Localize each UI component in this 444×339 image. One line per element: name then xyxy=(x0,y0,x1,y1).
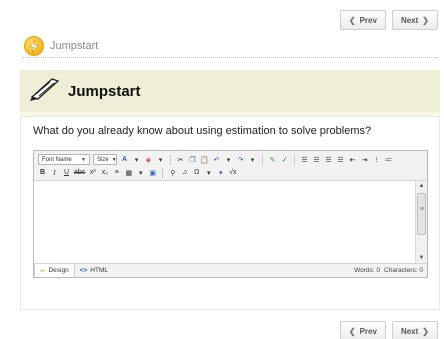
subscript-icon[interactable]: x₂ xyxy=(100,167,109,178)
next-button[interactable]: Next ❯ xyxy=(391,10,438,30)
align-right-icon[interactable]: ☰ xyxy=(324,154,333,165)
scroll-thumb[interactable] xyxy=(417,193,426,235)
spellcheck-icon[interactable]: ✓ xyxy=(280,154,289,165)
toolbar-separator xyxy=(162,167,164,178)
prev-label: Prev xyxy=(359,326,377,336)
superscript-icon[interactable]: x² xyxy=(88,167,97,178)
next-label: Next xyxy=(400,326,419,336)
panel-body: What do you already know about using est… xyxy=(20,116,440,310)
code-icon: <> xyxy=(79,267,88,274)
chevron-left-icon: ❮ xyxy=(348,15,356,25)
chevron-down-icon[interactable]: ▾ xyxy=(248,154,257,165)
pencil-icon: ✏ xyxy=(40,267,46,275)
scroll-down-icon[interactable]: ▼ xyxy=(416,253,427,263)
design-mode-label: Design xyxy=(48,267,69,274)
justify-icon[interactable]: ☰ xyxy=(336,154,345,165)
lightning-bolt-icon xyxy=(24,36,44,56)
divider xyxy=(22,57,438,58)
scroll-up-icon[interactable]: ▲ xyxy=(416,181,427,191)
bold-icon[interactable]: B xyxy=(38,167,47,178)
word-count: Words: 0 Characters: 0 xyxy=(354,267,427,274)
rich-text-editor: Font Name ▼ Size ▼ A ▾ ◈ ▾ ✂ ❐ 📋 ↶ ▾ ↷ ▾… xyxy=(33,150,428,278)
outdent-icon[interactable]: ⇤ xyxy=(348,154,357,165)
undo-icon[interactable]: ↶ xyxy=(212,154,221,165)
quill-pen-icon xyxy=(30,77,60,106)
chevron-down-icon[interactable]: ▾ xyxy=(204,167,213,178)
chevron-down-icon[interactable]: ▾ xyxy=(136,167,145,178)
editor-status-bar: ✏ Design <> HTML Words: 0 Characters: 0 xyxy=(34,263,427,277)
prev-label: Prev xyxy=(359,15,377,25)
editor-scrollbar[interactable]: ▲ ▼ xyxy=(415,181,427,263)
copy-icon[interactable]: ❐ xyxy=(188,154,197,165)
font-size-select[interactable]: Size ▼ xyxy=(93,154,117,165)
find-icon[interactable]: ⚲ xyxy=(168,167,177,178)
activity-panel: Jumpstart What do you already know about… xyxy=(20,70,440,310)
editor-toolbar: Font Name ▼ Size ▼ A ▾ ◈ ▾ ✂ ❐ 📋 ↶ ▾ ↷ ▾… xyxy=(34,151,427,181)
align-center-icon[interactable]: ☰ xyxy=(312,154,321,165)
numbered-list-icon[interactable]: ≔ xyxy=(384,154,393,165)
html-mode-tab[interactable]: <> HTML xyxy=(75,264,113,277)
toolbar-separator xyxy=(170,154,171,165)
toolbar-separator xyxy=(262,154,263,165)
table-icon[interactable]: ▦ xyxy=(124,167,133,178)
chevron-down-icon[interactable]: ▾ xyxy=(132,154,141,165)
font-color-icon[interactable]: A xyxy=(120,154,129,165)
indent-icon[interactable]: ⇥ xyxy=(360,154,369,165)
prev-button[interactable]: ❮ Prev xyxy=(339,321,386,339)
spelling-icon[interactable]: ✦ xyxy=(216,167,225,178)
underline-icon[interactable]: U xyxy=(62,167,71,178)
font-size-label: Size xyxy=(97,156,109,163)
editor-content-area[interactable] xyxy=(34,181,415,263)
image-icon[interactable]: ▣ xyxy=(148,167,157,178)
panel-title: Jumpstart xyxy=(68,82,141,100)
characters-count: Characters: 0 xyxy=(383,267,423,274)
next-label: Next xyxy=(400,15,419,25)
format-stripper-icon[interactable]: ✎ xyxy=(268,154,277,165)
top-navigation: ❮ Prev Next ❯ xyxy=(339,10,438,30)
strikethrough-icon[interactable]: abc xyxy=(74,167,85,178)
font-name-label: Font Name xyxy=(42,156,72,163)
equation-icon[interactable]: √x xyxy=(228,167,237,178)
bulleted-list-icon[interactable]: ⁝ xyxy=(372,154,381,165)
redo-icon[interactable]: ↷ xyxy=(236,154,245,165)
chevron-left-icon: ❮ xyxy=(348,326,356,336)
question-text: What do you already know about using est… xyxy=(33,125,372,137)
bottom-navigation: ❮ Prev Next ❯ xyxy=(339,321,438,339)
prev-button[interactable]: ❮ Prev xyxy=(339,10,386,30)
section-header: Jumpstart xyxy=(24,36,98,56)
paragraph-icon[interactable]: ≡ xyxy=(112,167,121,178)
chevron-right-icon: ❯ xyxy=(422,15,429,25)
special-character-icon[interactable]: Ω xyxy=(192,167,201,178)
media-icon[interactable]: ♫ xyxy=(180,167,189,178)
highlight-color-icon[interactable]: ◈ xyxy=(144,154,153,165)
italic-icon[interactable]: I xyxy=(50,167,59,178)
toolbar-row-2: B I U abc x² x₂ ≡ ▦ ▾ ▣ ⚲ ♫ Ω ▾ ✦ √x xyxy=(38,166,423,179)
chevron-down-icon: ▼ xyxy=(81,156,86,163)
toolbar-separator xyxy=(294,154,295,165)
align-left-icon[interactable]: ☰ xyxy=(300,154,309,165)
chevron-right-icon: ❯ xyxy=(422,326,429,336)
cut-icon[interactable]: ✂ xyxy=(176,154,185,165)
chevron-down-icon[interactable]: ▾ xyxy=(224,154,233,165)
html-mode-label: HTML xyxy=(90,267,108,274)
section-title: Jumpstart xyxy=(50,40,99,52)
design-mode-tab[interactable]: ✏ Design xyxy=(34,264,75,277)
paste-icon[interactable]: 📋 xyxy=(200,154,209,165)
chevron-down-icon: ▼ xyxy=(111,156,117,163)
panel-header: Jumpstart xyxy=(20,70,440,112)
font-name-select[interactable]: Font Name ▼ xyxy=(38,154,90,165)
words-count: Words: 0 xyxy=(354,267,380,274)
toolbar-row-1: Font Name ▼ Size ▼ A ▾ ◈ ▾ ✂ ❐ 📋 ↶ ▾ ↷ ▾… xyxy=(38,153,423,166)
chevron-down-icon[interactable]: ▾ xyxy=(156,154,165,165)
next-button[interactable]: Next ❯ xyxy=(391,321,438,339)
